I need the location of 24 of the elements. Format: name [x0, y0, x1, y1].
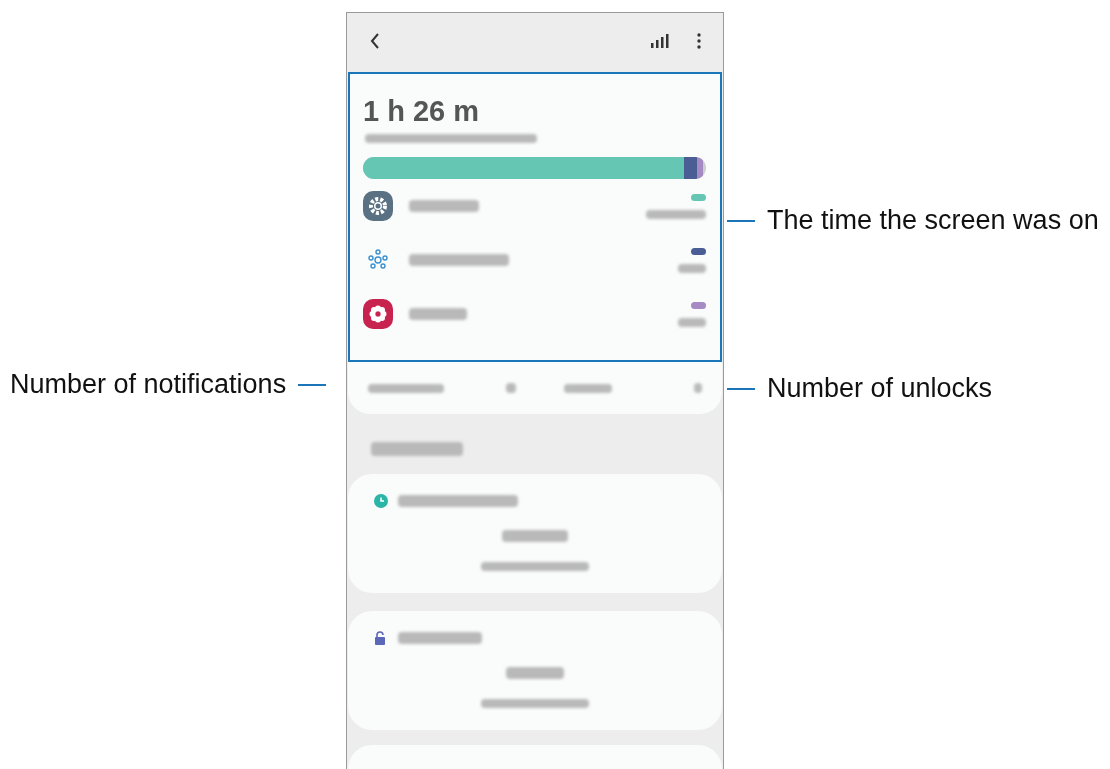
callout-label: Number of notifications	[10, 369, 287, 400]
blurred-text	[646, 209, 706, 219]
back-icon[interactable]	[370, 33, 380, 49]
leader-line	[727, 387, 755, 390]
blurred-text	[564, 383, 612, 393]
blurred-text	[409, 308, 467, 320]
blurred-text	[502, 530, 568, 542]
padlock-icon	[374, 631, 386, 645]
blurred-text	[506, 383, 516, 393]
screen-time-total: 1 h 26 m	[363, 94, 481, 128]
blurred-text	[506, 667, 564, 679]
callout-label: The time the screen was on	[767, 205, 1099, 236]
more-options-icon[interactable]	[697, 33, 701, 49]
gear-icon[interactable]	[363, 191, 393, 221]
blurred-text	[409, 200, 479, 212]
bar-chart-icon[interactable]	[651, 34, 669, 48]
blurred-text	[678, 317, 706, 327]
blurred-text	[678, 263, 706, 273]
leader-line	[298, 383, 327, 386]
leader-line	[727, 219, 755, 222]
clock-icon	[374, 494, 388, 508]
blurred-text	[694, 383, 702, 393]
flower-icon[interactable]	[363, 299, 393, 329]
callout-label: Number of unlocks	[767, 373, 993, 404]
